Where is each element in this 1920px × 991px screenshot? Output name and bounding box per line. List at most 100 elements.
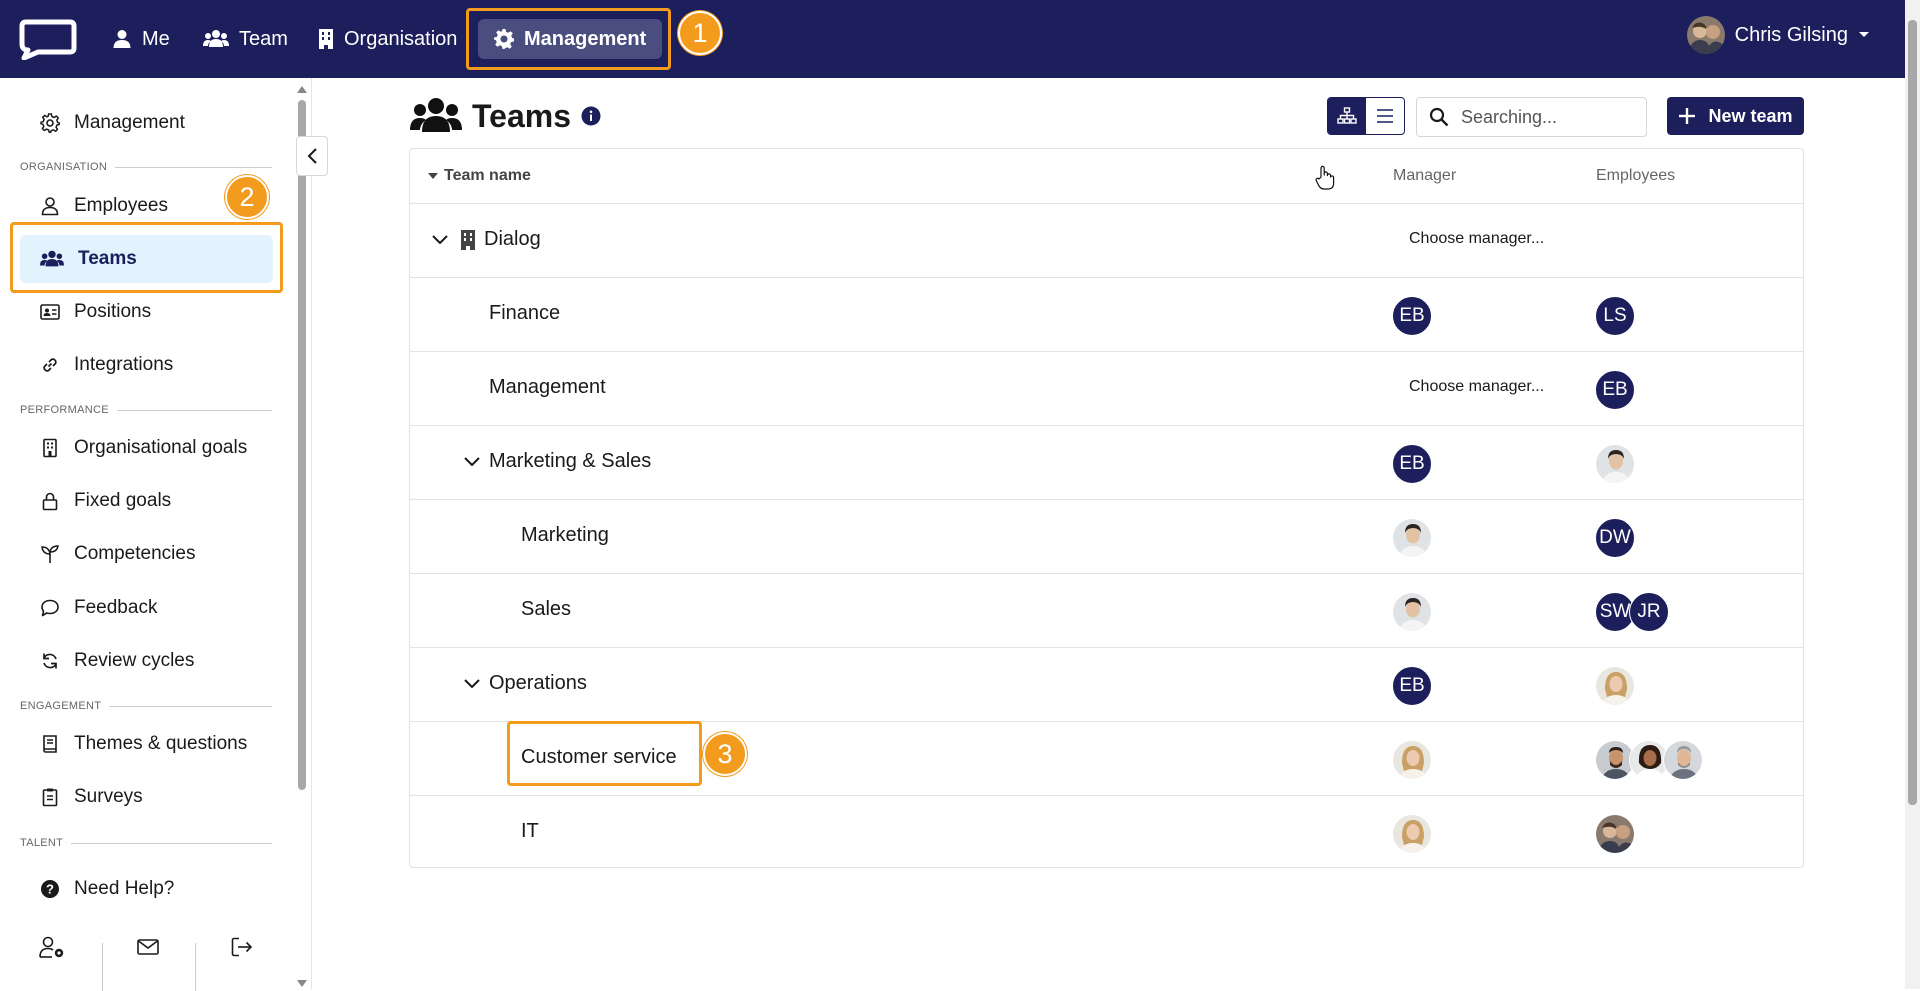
manager-avatar[interactable] [1392,814,1432,854]
building-icon [319,29,333,49]
messages-button[interactable] [118,924,178,970]
sidebar-item-fixed-goals[interactable]: Fixed goals [20,477,270,525]
app-logo-icon[interactable] [18,18,78,60]
table-row[interactable]: Finance EB LS [410,278,1803,352]
user-settings-button[interactable] [22,924,82,970]
list-icon [1377,109,1393,123]
list-view-button[interactable] [1366,98,1404,134]
employee-avatar[interactable] [1663,740,1703,780]
scroll-up-arrow[interactable] [297,86,307,93]
chevron-down-icon[interactable] [462,674,482,694]
column-manager: Manager [1393,167,1457,184]
table-row[interactable]: Operations EB [410,648,1803,722]
tree-view-button[interactable] [1328,98,1366,134]
scroll-down-arrow[interactable] [297,980,307,987]
window-scrollbar[interactable] [1905,0,1920,989]
employee-avatar[interactable] [1595,666,1635,706]
manager-avatar[interactable]: EB [1392,666,1432,706]
user-icon [113,30,131,48]
sidebar-item-integrations[interactable]: Integrations [20,341,270,389]
step-3-badge: 3 [703,732,747,776]
sidebar-item-label: Positions [74,301,152,322]
table-row[interactable]: Management Choose manager... EB [410,352,1803,426]
user-menu[interactable]: Chris Gilsing [1686,16,1870,54]
sidebar: Management ORGANISATION Employees Teams … [0,78,328,991]
id-card-icon [40,304,60,320]
sidebar-scroll-thumb[interactable] [298,100,306,790]
table-header: Team name Manager Employees [410,149,1803,204]
nav-team[interactable]: Team [203,20,288,58]
gear-icon [40,113,60,133]
question-circle-icon: ? [41,880,59,898]
logout-button[interactable] [212,924,272,970]
table-row[interactable]: Marketing DW [410,500,1803,574]
clipboard-icon [42,788,58,807]
employee-avatar[interactable] [1595,814,1635,854]
sidebar-item-competencies[interactable]: Competencies [20,530,270,578]
choose-manager-dropdown[interactable]: Choose manager... [1409,230,1544,248]
team-name: Management [489,376,606,398]
sidebar-item-teams[interactable]: Teams [20,235,273,283]
table-row[interactable]: Sales SW JR [410,574,1803,648]
table-row[interactable]: Dialog Choose manager... [410,204,1803,278]
team-name: Marketing & Sales [489,450,652,472]
sort-down-icon [428,172,438,179]
new-team-button[interactable]: New team [1667,97,1804,135]
sidebar-item-label: Fixed goals [74,490,172,511]
nav-me[interactable]: Me [112,20,170,58]
manager-avatar[interactable] [1392,592,1432,632]
collapse-sidebar-button[interactable] [296,136,328,176]
manager-avatar[interactable]: EB [1392,444,1432,484]
table-row[interactable]: Customer service [410,722,1803,796]
user-icon [41,197,59,216]
column-team-name[interactable]: Team name [428,167,531,185]
hand-cursor-icon [1315,165,1335,190]
sidebar-item-management[interactable]: Management [20,99,270,147]
team-name: Marketing [521,524,609,546]
page-title: Teams [472,97,572,134]
nav-management[interactable]: Management [478,19,663,59]
sidebar-item-organisational-goals[interactable]: Organisational goals [20,424,270,472]
manager-avatar[interactable] [1392,518,1432,558]
view-toggle [1327,97,1405,135]
sidebar-item-label: Themes & questions [74,733,248,754]
search-input[interactable] [1461,106,1641,128]
column-employees: Employees [1596,167,1676,184]
sidebar-item-positions[interactable]: Positions [20,288,270,336]
manager-avatar[interactable] [1392,740,1432,780]
choose-manager-dropdown[interactable]: Choose manager... [1409,378,1544,396]
refresh-icon [43,653,57,669]
sidebar-item-feedback[interactable]: Feedback [20,584,270,632]
sidebar-item-need-help[interactable]: ? Need Help? [20,865,270,913]
info-icon[interactable] [581,106,601,126]
table-row[interactable]: Marketing & Sales EB [410,426,1803,500]
table-row[interactable]: IT [410,796,1803,870]
manager-avatar[interactable]: EB [1392,296,1432,336]
employee-avatar[interactable] [1595,444,1635,484]
sidebar-item-surveys[interactable]: Surveys [20,773,270,821]
user-gear-icon [39,936,64,958]
search-box [1416,97,1647,137]
sidebar-item-label: Organisational goals [74,437,248,458]
employee-avatar[interactable]: EB [1595,370,1635,410]
nav-team-label: Team [239,27,288,50]
nav-organisation[interactable]: Organisation [318,20,457,58]
employee-avatar[interactable]: DW [1595,518,1635,558]
chevron-down-icon[interactable] [462,452,482,472]
chevron-left-icon [307,148,317,164]
nav-management-label: Management [524,27,647,50]
users-icon [203,30,229,47]
caret-down-icon [1859,32,1869,37]
chevron-down-icon[interactable] [430,230,450,250]
divider [102,943,103,991]
sidebar-item-themes-questions[interactable]: Themes & questions [20,720,270,768]
link-icon [43,358,57,372]
sidebar-item-review-cycles[interactable]: Review cycles [20,637,270,685]
svg-text:?: ? [46,882,54,897]
seedling-icon [41,545,59,563]
window-scroll-thumb[interactable] [1908,20,1917,805]
sidebar-scrollbar[interactable] [296,86,308,987]
team-name: Operations [489,672,587,694]
employee-avatar[interactable]: LS [1595,296,1635,336]
employee-avatar[interactable]: JR [1629,592,1669,632]
